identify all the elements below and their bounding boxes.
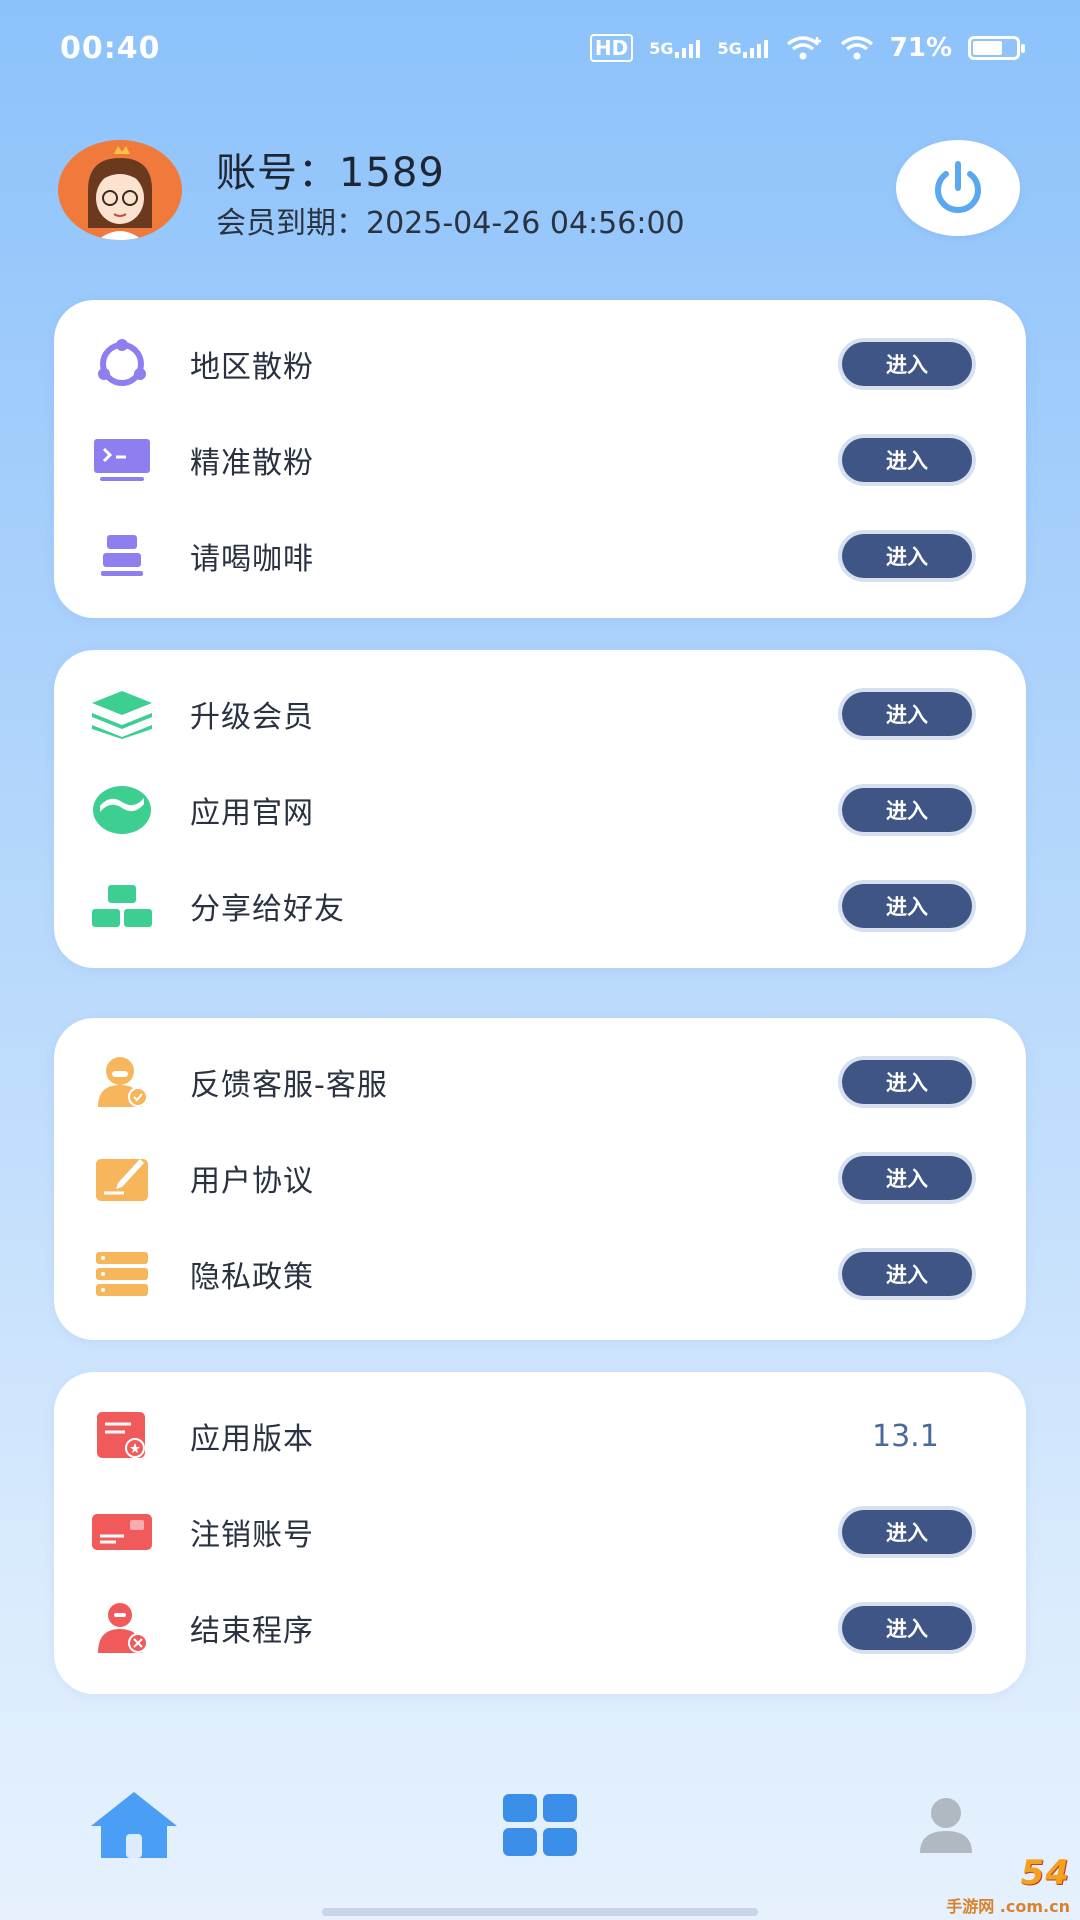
menu-row-cancel-account[interactable]: 注销账号 进入: [54, 1484, 1026, 1580]
enter-button[interactable]: 进入: [842, 692, 972, 736]
menu-label: 注销账号: [190, 1518, 314, 1553]
menu-card-2: 升级会员 进入 应用官网 进入 分享给好友 进入: [54, 650, 1026, 968]
menu-row-feedback[interactable]: 反馈客服-客服 进入: [54, 1034, 1026, 1130]
grid-icon: [503, 1794, 577, 1856]
coffee-stack-icon: [90, 528, 154, 584]
enter-button[interactable]: 进入: [842, 1156, 972, 1200]
terminal-icon: [90, 432, 154, 488]
enter-button[interactable]: 进入: [842, 1510, 972, 1554]
menu-row-coffee[interactable]: 请喝咖啡 进入: [54, 508, 1026, 604]
nav-grid[interactable]: [490, 1780, 590, 1870]
signal-5g-icon-2: 5G: [718, 38, 770, 58]
menu-row-user-agreement[interactable]: 用户协议 进入: [54, 1130, 1026, 1226]
enter-button[interactable]: 进入: [842, 1606, 972, 1650]
enter-button[interactable]: 进入: [842, 438, 972, 482]
menu-row-exit-program[interactable]: 结束程序 进入: [54, 1580, 1026, 1676]
menu-label: 结束程序: [190, 1614, 314, 1649]
menu-row-region-fans[interactable]: 地区散粉 进入: [54, 316, 1026, 412]
menu-label: 应用官网: [190, 796, 314, 831]
enter-button[interactable]: 进入: [842, 884, 972, 928]
website-wave-icon: [90, 782, 154, 838]
menu-card-1: 地区散粉 进入 精准散粉 进入 请喝咖啡 进入: [54, 300, 1026, 618]
menu-label: 精准散粉: [190, 446, 314, 481]
menu-row-share-friends[interactable]: 分享给好友 进入: [54, 858, 1026, 954]
status-icons: HD 5G 5G 71%: [589, 33, 1025, 63]
avatar[interactable]: [58, 140, 182, 240]
hd-icon: HD: [589, 34, 634, 62]
membership-expiry: 会员到期：2025-04-26 04:56:00: [216, 206, 685, 241]
exit-user-icon: [90, 1600, 154, 1656]
menu-row-upgrade-member[interactable]: 升级会员 进入: [54, 666, 1026, 762]
menu-row-app-version: 应用版本 13.1: [54, 1388, 1026, 1484]
menu-label: 用户协议: [190, 1164, 314, 1199]
home-indicator[interactable]: [322, 1908, 758, 1916]
menu-label: 地区散粉: [190, 350, 314, 385]
watermark-main: 54: [1020, 1853, 1070, 1893]
enter-button[interactable]: 进入: [842, 788, 972, 832]
profile-icon: [920, 1798, 972, 1853]
logout-button[interactable]: [896, 140, 1020, 236]
card-cancel-icon: [90, 1504, 154, 1560]
watermark-logo: 54 手游网 .com.cn: [930, 1850, 1080, 1920]
menu-row-privacy-policy[interactable]: 隐私政策 进入: [54, 1226, 1026, 1322]
share-nodes-icon: [90, 336, 154, 392]
menu-label: 隐私政策: [190, 1260, 314, 1295]
battery-icon: [968, 36, 1025, 60]
menu-label: 分享给好友: [190, 892, 345, 927]
menu-label: 请喝咖啡: [190, 542, 314, 577]
home-icon: [91, 1792, 177, 1858]
enter-button[interactable]: 进入: [842, 1060, 972, 1104]
status-time: 00:40: [60, 30, 161, 66]
layers-icon: [90, 686, 154, 742]
nav-home[interactable]: [84, 1780, 184, 1870]
version-doc-icon: [90, 1408, 154, 1464]
bottom-nav: [0, 1780, 1080, 1880]
enter-button[interactable]: 进入: [842, 342, 972, 386]
menu-row-official-site[interactable]: 应用官网 进入: [54, 762, 1026, 858]
battery-percent: 71%: [889, 33, 952, 63]
power-icon: [935, 161, 981, 213]
wifi-icon: [840, 35, 874, 61]
enter-button[interactable]: 进入: [842, 534, 972, 578]
customer-service-icon: [90, 1054, 154, 1110]
signal-5g-icon: 5G: [649, 38, 701, 58]
menu-card-3: 反馈客服-客服 进入 用户协议 进入 隐私政策 进入: [54, 1018, 1026, 1340]
wifi-plus-icon: [786, 35, 824, 61]
menu-label: 升级会员: [190, 700, 314, 735]
enter-button[interactable]: 进入: [842, 1252, 972, 1296]
menu-label: 反馈客服-客服: [190, 1068, 388, 1103]
version-value: 13.1: [872, 1418, 939, 1454]
profile-header: 账号：1589 会员到期：2025-04-26 04:56:00: [58, 140, 1022, 241]
menu-label: 应用版本: [190, 1422, 314, 1457]
status-bar: 00:40 HD 5G 5G 71%: [0, 0, 1080, 96]
menu-row-precise-fans[interactable]: 精准散粉 进入: [54, 412, 1026, 508]
agreement-pen-icon: [90, 1150, 154, 1206]
watermark-sub: 手游网 .com.cn: [946, 1897, 1070, 1916]
privacy-list-icon: [90, 1246, 154, 1302]
blocks-share-icon: [90, 878, 154, 934]
account-number: 账号：1589: [216, 150, 445, 196]
menu-card-4: 应用版本 13.1 注销账号 进入 结束程序 进入: [54, 1372, 1026, 1694]
